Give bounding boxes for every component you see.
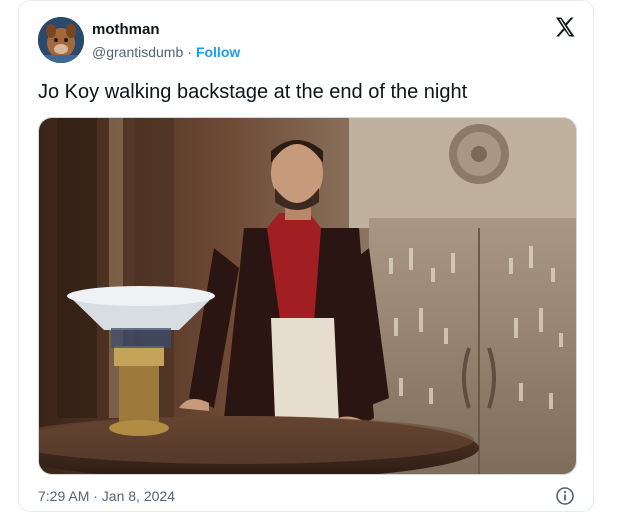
- separator: ·: [187, 44, 192, 60]
- follow-button[interactable]: Follow: [196, 44, 240, 60]
- tweet-image[interactable]: [38, 117, 577, 475]
- info-icon[interactable]: [555, 486, 575, 506]
- tweet-card: mothman @grantisdumb · Follow Jo Koy walki…: [18, 0, 594, 512]
- x-logo-icon[interactable]: [553, 15, 577, 39]
- display-name[interactable]: mothman: [92, 21, 160, 38]
- timestamp[interactable]: 7:29 AM · Jan 8, 2024: [38, 488, 175, 504]
- handle-line: @grantisdumb · Follow: [92, 44, 240, 60]
- tweet-text: Jo Koy walking backstage at the end of t…: [38, 81, 468, 103]
- avatar[interactable]: [38, 17, 84, 63]
- handle[interactable]: @grantisdumb: [92, 44, 183, 60]
